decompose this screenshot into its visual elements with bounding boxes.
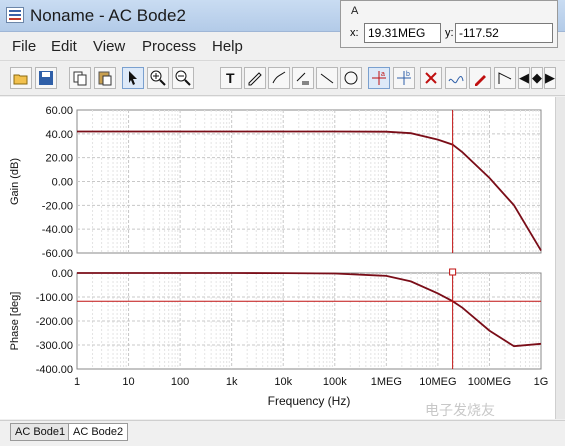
pencil-line-icon[interactable] — [244, 67, 266, 89]
gain-y-axis-label: Gain (dB) — [9, 158, 21, 205]
svg-text:b: b — [406, 71, 410, 78]
x-tick-label: 1MEG — [371, 376, 402, 388]
cursor-label: A — [351, 5, 359, 17]
phase-y-tick-label: -400.00 — [36, 364, 73, 376]
phase-y-axis-label: Phase [deg] — [9, 292, 21, 351]
ellipse-icon[interactable] — [340, 67, 362, 89]
arrow-right-icon[interactable]: ▶ — [544, 67, 556, 89]
svg-text:a: a — [381, 71, 385, 78]
gain-y-tick-label: 20.00 — [45, 153, 73, 165]
cursor-a-icon[interactable]: a — [368, 67, 390, 89]
x-axis-label: Frequency (Hz) — [268, 394, 351, 408]
x-tick-label: 10k — [274, 376, 292, 388]
line-icon[interactable] — [316, 67, 338, 89]
text-icon[interactable]: T — [220, 67, 242, 89]
gain-y-tick-label: 40.00 — [45, 129, 73, 141]
menu-view[interactable]: View — [93, 38, 125, 55]
paste-icon[interactable] — [94, 67, 116, 89]
tab-bar: AC Bode1 AC Bode2 — [0, 420, 565, 446]
open-icon[interactable] — [10, 67, 32, 89]
app-icon — [6, 7, 24, 23]
menu-edit[interactable]: Edit — [51, 38, 77, 55]
save-icon[interactable] — [35, 67, 57, 89]
select-icon[interactable] — [122, 67, 144, 89]
cursor-b-icon[interactable]: b — [393, 67, 415, 89]
window-title: Noname - AC Bode2 — [30, 6, 186, 25]
wave-cursor-icon[interactable] — [445, 67, 467, 89]
toolbar: T a b ◀ ◆ ▶ — [0, 62, 565, 96]
copy-icon[interactable] — [69, 67, 91, 89]
bode-plot: 60.00 40.00 20.00 0.00 -20.00 -40.00 -60.00 Gai… — [9, 105, 549, 408]
x-tick-label: 100 — [171, 376, 189, 388]
plot-area: 60.00 40.00 20.00 0.00 -20.00 -40.00 -60.00 Gai… — [0, 97, 555, 419]
app-window: Noname - AC Bode2 File Edit View Process… — [0, 0, 565, 446]
x-tick-label: 1 — [74, 376, 80, 388]
arrow-left-icon[interactable]: ◀ — [518, 67, 530, 89]
gain-y-tick-label: 0.00 — [52, 177, 73, 189]
pencil-list-icon[interactable] — [292, 67, 314, 89]
angle-icon[interactable] — [494, 67, 516, 89]
x-label: x: — [350, 27, 359, 39]
y-label: y: — [445, 27, 454, 39]
phase-y-tick-label: -300.00 — [36, 340, 73, 352]
pen-cursor-icon[interactable] — [469, 67, 491, 89]
cursor-marker — [449, 268, 457, 276]
cursor-y-field[interactable]: -117.52 — [455, 23, 553, 43]
cross-cursor-icon[interactable] — [420, 67, 442, 89]
zoom-in-icon[interactable] — [147, 67, 169, 89]
gain-y-tick-label: 60.00 — [45, 105, 73, 117]
gain-y-tick-label: -40.00 — [42, 224, 73, 236]
phase-y-tick-label: -200.00 — [36, 316, 73, 328]
arrow-updown-icon[interactable]: ◆ — [531, 67, 543, 89]
phase-y-tick-label: -100.00 — [36, 292, 73, 304]
pencil-curve-icon[interactable] — [268, 67, 290, 89]
vertical-scrollbar[interactable] — [555, 97, 565, 419]
zoom-out-icon[interactable] — [172, 67, 194, 89]
watermark: 电子发烧友 — [425, 402, 495, 418]
menu-process[interactable]: Process — [142, 38, 196, 55]
x-tick-label: 100MEG — [468, 376, 511, 388]
tab-ac-bode2[interactable]: AC Bode2 — [68, 423, 129, 441]
x-tick-label: 1k — [226, 376, 238, 388]
svg-text:T: T — [226, 70, 235, 86]
x-tick-label: 1G — [534, 376, 549, 388]
menu-help[interactable]: Help — [212, 38, 243, 55]
cursor-x-field[interactable]: 19.31MEG — [364, 23, 441, 43]
phase-y-tick-label: 0.00 — [52, 268, 73, 280]
x-tick-label: 10 — [122, 376, 134, 388]
x-tick-label: 100k — [323, 376, 347, 388]
cursor-readout: A x: 19.31MEG y: -117.52 — [340, 0, 558, 48]
tab-ac-bode1[interactable]: AC Bode1 — [10, 423, 71, 441]
gain-y-tick-label: -60.00 — [42, 248, 73, 260]
gain-y-tick-label: -20.00 — [42, 200, 73, 212]
menu-file[interactable]: File — [12, 38, 36, 55]
x-tick-label: 10MEG — [419, 376, 456, 388]
